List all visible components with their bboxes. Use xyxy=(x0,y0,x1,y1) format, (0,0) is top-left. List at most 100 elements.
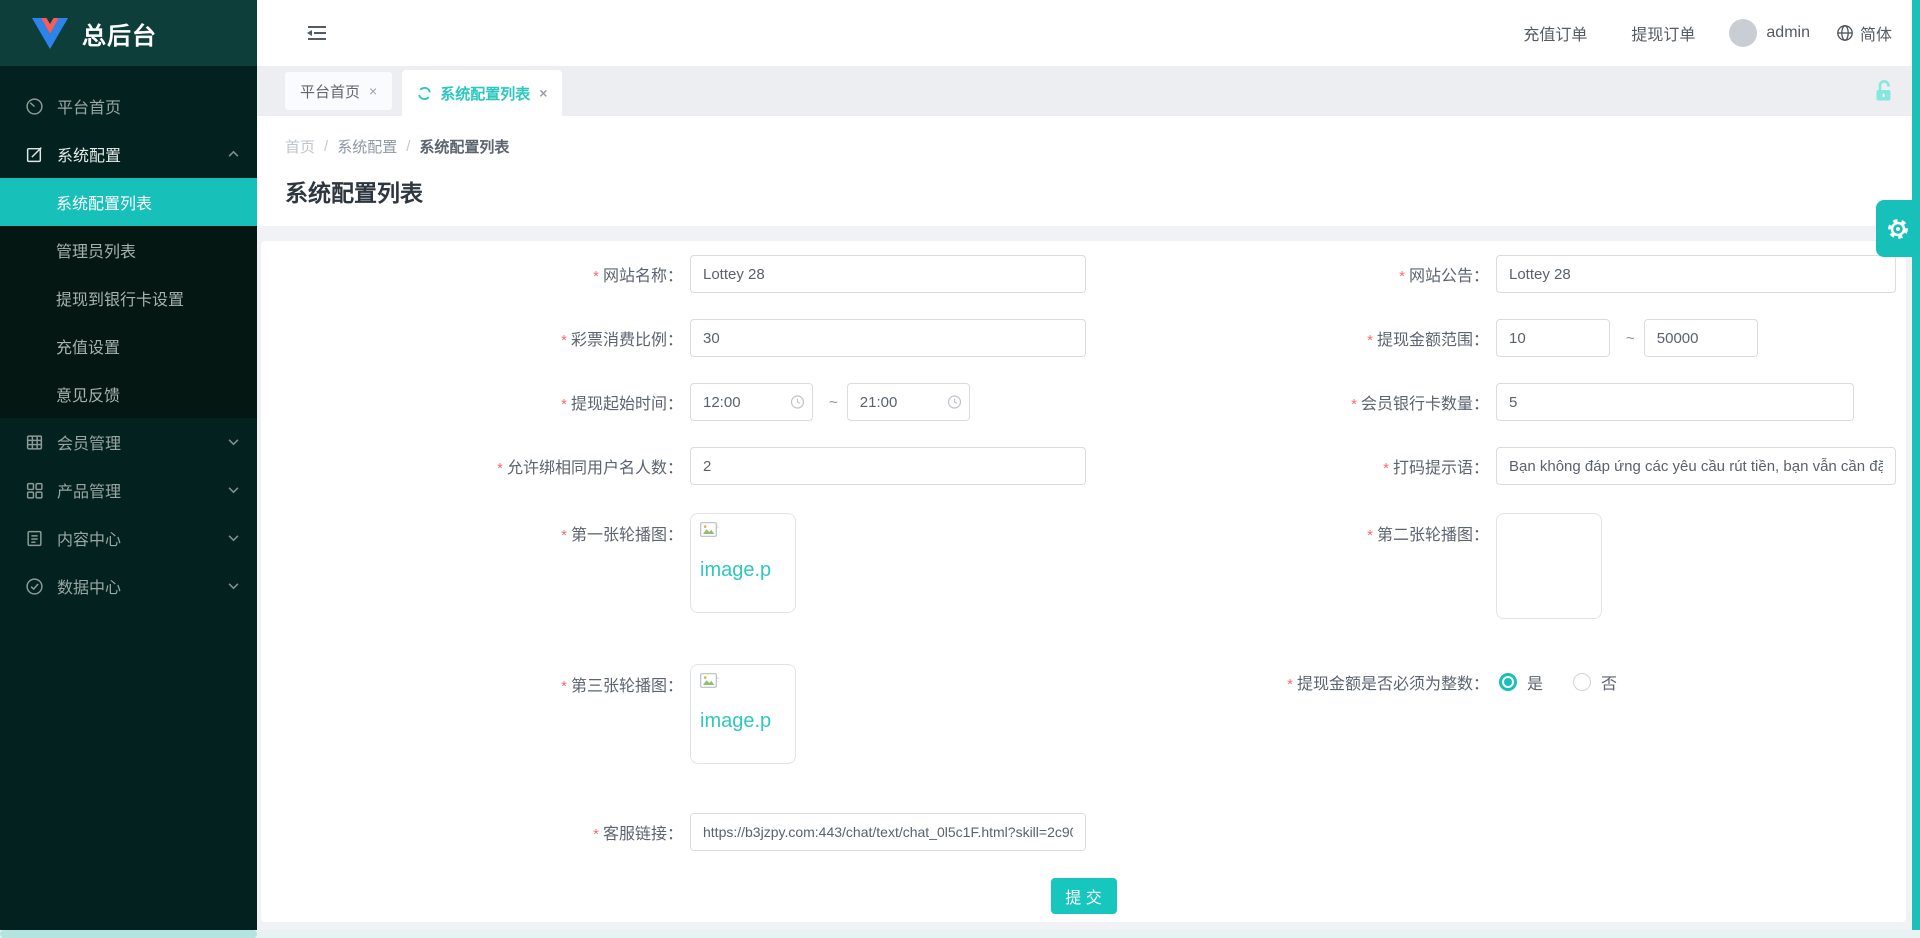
tab-label: 系统配置列表 xyxy=(440,85,531,103)
sidebar-subitem-feedback[interactable]: 意见反馈 xyxy=(0,370,257,418)
tab-platform-home[interactable]: 平台首页 × xyxy=(285,72,393,110)
sidebar-item-content-center[interactable]: 内容中心 xyxy=(0,514,257,562)
unlock-icon[interactable] xyxy=(1873,79,1896,104)
sidebar-subitem-label: 系统配置列表 xyxy=(56,196,153,213)
required-mark: * xyxy=(561,332,567,349)
required-mark: * xyxy=(561,396,567,413)
recharge-orders-link[interactable]: 充值订单 xyxy=(1523,21,1587,45)
field-integer-required: * 提现金额是否必须为整数： 是 否 xyxy=(1067,663,1647,701)
language-label: 简体 xyxy=(1859,27,1892,44)
radio-no[interactable]: 否 xyxy=(1573,670,1617,694)
breadcrumb-home[interactable]: 首页 xyxy=(285,136,315,157)
sidebar-subitem-withdraw-bank-settings[interactable]: 提现到银行卡设置 xyxy=(0,274,257,322)
field-label: * 允许绑相同用户名人数： xyxy=(497,460,683,477)
sidebar-subitem-admin-list[interactable]: 管理员列表 xyxy=(0,226,257,274)
sidebar-item-label: 内容中心 xyxy=(57,532,122,549)
required-mark: * xyxy=(1287,676,1293,693)
field-label: * 提现金额是否必须为整数： xyxy=(1287,676,1489,693)
sidebar-item-label: 会员管理 xyxy=(57,436,122,453)
chevron-up-icon xyxy=(228,150,239,158)
tab-system-config-list[interactable]: 系统配置列表 × xyxy=(402,70,563,116)
withdraw-max-input[interactable] xyxy=(1643,319,1758,357)
withdraw-orders-link[interactable]: 提现订单 xyxy=(1631,21,1695,45)
gear-icon xyxy=(1886,217,1910,241)
breadcrumb: 首页 / 系统配置 / 系统配置列表 xyxy=(285,116,1920,157)
table-icon xyxy=(25,433,44,452)
required-mark: * xyxy=(1399,268,1405,285)
field-label: * 网站公告： xyxy=(1399,268,1489,285)
field-label: * 网站名称： xyxy=(593,268,683,285)
radio-label: 是 xyxy=(1527,676,1544,693)
right-edge-scrollbar[interactable] xyxy=(1912,0,1920,930)
sidebar-item-system-config[interactable]: 系统配置 xyxy=(0,130,257,178)
close-icon[interactable]: × xyxy=(539,85,547,101)
submit-button[interactable]: 提 交 xyxy=(1050,878,1117,914)
service-link-input[interactable] xyxy=(690,813,1086,851)
field-label: * 第一张轮播图： xyxy=(561,527,683,544)
sidebar-subitem-label: 提现到银行卡设置 xyxy=(56,292,185,309)
edit-icon xyxy=(25,145,44,164)
sidebar-item-product-management[interactable]: 产品管理 xyxy=(0,466,257,514)
field-code-tip: * 打码提示语： xyxy=(1067,447,1896,485)
sidebar-item-member-management[interactable]: 会员管理 xyxy=(0,418,257,466)
main-area: 充值订单 提现订单 admin 简体 平台首页 × 系统配置列表 × 首页 / … xyxy=(257,0,1920,938)
range-separator: ~ xyxy=(1626,329,1635,347)
field-service-link: * 客服链接： xyxy=(261,813,1086,851)
banner1-upload-box[interactable]: image.p xyxy=(690,513,796,613)
field-label: * 提现起始时间： xyxy=(561,396,683,413)
sidebar-item-data-center[interactable]: 数据中心 xyxy=(0,562,257,610)
banner3-upload-box[interactable]: image.p xyxy=(690,664,796,764)
horizontal-scrollbar xyxy=(0,930,1920,938)
withdraw-time-start-input[interactable] xyxy=(690,383,813,421)
sidebar-item-platform-home[interactable]: 平台首页 xyxy=(0,82,257,130)
tabs-bar: 平台首页 × 系统配置列表 × xyxy=(257,66,1920,116)
field-label: * 第三张轮播图： xyxy=(561,678,683,695)
breadcrumb-separator: / xyxy=(324,138,329,155)
sidebar-subitem-config-list[interactable]: 系统配置列表 xyxy=(0,178,257,226)
bank-card-count-input[interactable] xyxy=(1496,383,1854,421)
field-label: * 会员银行卡数量： xyxy=(1351,396,1489,413)
banner2-upload-box[interactable] xyxy=(1496,513,1602,619)
title-strip: 首页 / 系统配置 / 系统配置列表 系统配置列表 xyxy=(257,116,1920,226)
app-logo: 总后台 xyxy=(0,0,257,66)
horizontal-scrollbar-thumb[interactable] xyxy=(0,930,257,938)
field-banner1: * 第一张轮播图： image.p xyxy=(261,513,796,613)
withdraw-time-end-input[interactable] xyxy=(846,383,970,421)
sidebar-subitem-recharge-settings[interactable]: 充值设置 xyxy=(0,322,257,370)
required-mark: * xyxy=(1351,396,1357,413)
code-tip-input[interactable] xyxy=(1496,447,1896,485)
radio-yes[interactable]: 是 xyxy=(1499,670,1543,694)
language-switcher[interactable]: 简体 xyxy=(1836,21,1892,45)
user-menu[interactable]: admin xyxy=(1729,19,1810,47)
banner3-alt-text: image.p xyxy=(700,710,772,732)
chevron-down-icon xyxy=(228,487,239,494)
sidebar-item-label: 数据中心 xyxy=(57,580,122,597)
required-mark: * xyxy=(593,268,599,285)
withdraw-min-input[interactable] xyxy=(1496,319,1610,357)
sidebar-subitem-label: 意见反馈 xyxy=(56,388,121,405)
avatar xyxy=(1729,19,1758,47)
radio-dot xyxy=(1499,673,1517,691)
close-icon[interactable]: × xyxy=(369,83,377,99)
field-lottery-ratio: * 彩票消费比例： xyxy=(261,319,1086,357)
sidebar: 总后台 平台首页 系统配置 系统配置列表 管理员列表 提现到银行卡设置 充值设置… xyxy=(0,0,257,930)
sidebar-item-label: 产品管理 xyxy=(57,484,122,501)
topbar-right: 充值订单 提现订单 admin 简体 xyxy=(1479,19,1920,47)
refresh-icon[interactable] xyxy=(417,86,432,101)
required-mark: * xyxy=(561,527,567,544)
lottery-ratio-input[interactable] xyxy=(690,319,1086,357)
same-name-count-input[interactable] xyxy=(690,447,1086,485)
site-name-input[interactable] xyxy=(690,255,1086,293)
dashboard-icon xyxy=(25,97,44,116)
breadcrumb-system-config[interactable]: 系统配置 xyxy=(337,136,397,157)
config-form-card: *网站名称： *网站公告： *彩票消费比例： *提现金额范围： ~ xyxy=(261,241,1906,922)
chevron-down-icon xyxy=(228,583,239,590)
breadcrumb-current: 系统配置列表 xyxy=(419,139,510,156)
sidebar-subitem-label: 管理员列表 xyxy=(56,244,137,261)
collapse-sidebar-icon[interactable] xyxy=(305,23,329,43)
integer-required-radio-group: 是 否 xyxy=(1499,670,1647,694)
vue-logo-icon xyxy=(32,17,68,49)
site-notice-input[interactable] xyxy=(1496,255,1896,293)
time-end-wrap xyxy=(846,383,970,421)
settings-fab[interactable] xyxy=(1876,200,1920,257)
